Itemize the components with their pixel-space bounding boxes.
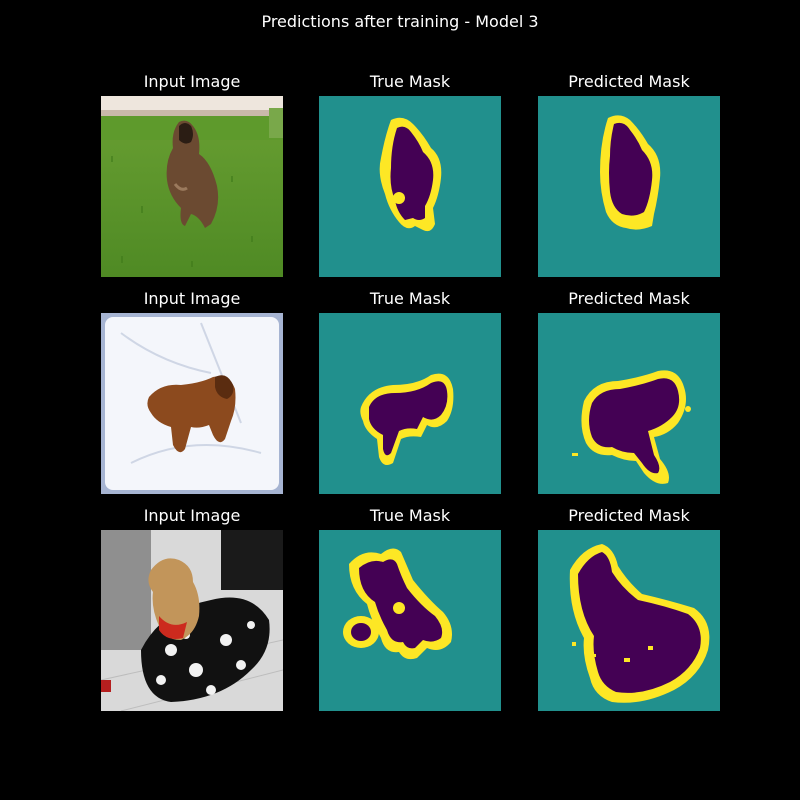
row2-input-image (101, 313, 283, 494)
row1-true-mask (319, 96, 501, 277)
row3-predicted-mask-title: Predicted Mask (568, 506, 690, 525)
row1-true-mask-title: True Mask (369, 72, 451, 91)
row1-predicted-mask (538, 96, 720, 277)
dog-in-snow-image (101, 313, 283, 494)
yorkie-on-bed-image (101, 530, 283, 711)
row3-input-title: Input Image (143, 506, 241, 525)
true-mask-3 (319, 530, 501, 711)
predicted-mask-2 (538, 313, 720, 494)
row1-input-title: Input Image (143, 72, 241, 91)
row1-predicted-mask-title: Predicted Mask (568, 72, 690, 91)
dog-on-grass-image (101, 96, 283, 277)
row3-true-mask (319, 530, 501, 711)
row1-input-image (101, 96, 283, 277)
row2-input-title: Input Image (143, 289, 241, 308)
predicted-mask-1 (538, 96, 720, 277)
row2-true-mask (319, 313, 501, 494)
row2-true-mask-title: True Mask (369, 289, 451, 308)
predicted-mask-3 (538, 530, 720, 711)
row2-predicted-mask-title: Predicted Mask (568, 289, 690, 308)
figure-title: Predictions after training - Model 3 (261, 12, 539, 31)
row2-predicted-mask (538, 313, 720, 494)
row3-true-mask-title: True Mask (369, 506, 451, 525)
row3-input-image (101, 530, 283, 711)
row3-predicted-mask (538, 530, 720, 711)
true-mask-2 (319, 313, 501, 494)
true-mask-1 (319, 96, 501, 277)
